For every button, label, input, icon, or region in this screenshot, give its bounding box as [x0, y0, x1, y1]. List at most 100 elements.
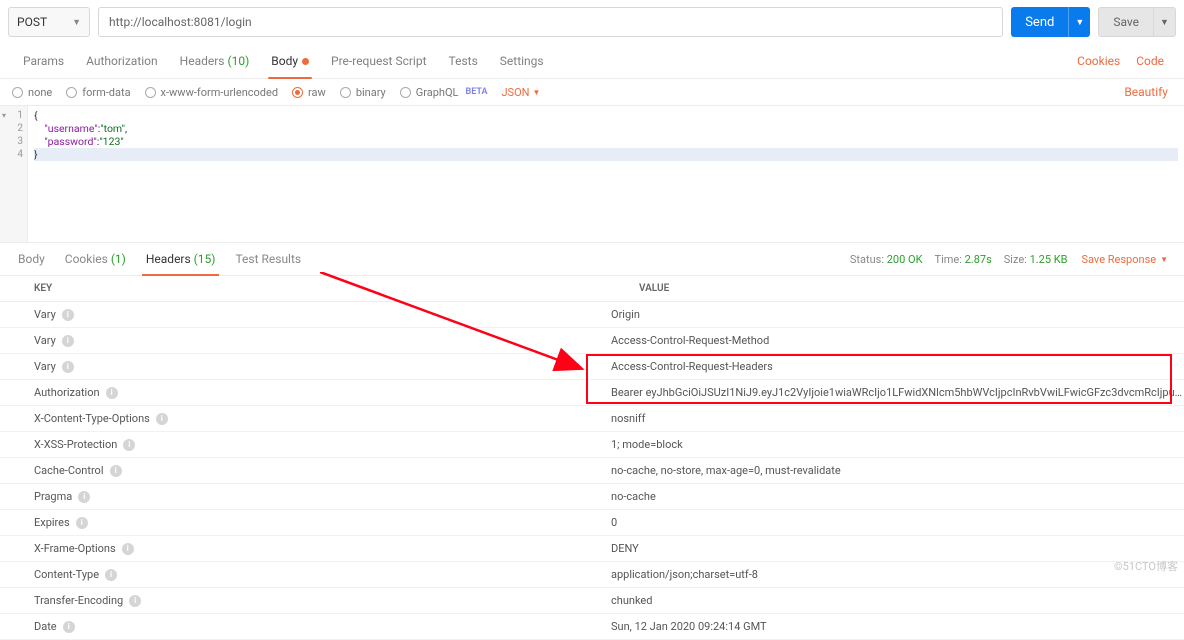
table-row: Content-Typeiapplication/json;charset=ut…	[0, 562, 1184, 588]
line-gutter: 1234	[0, 106, 28, 242]
send-dropdown-icon[interactable]: ▼	[1068, 7, 1090, 37]
header-value-cell: Access-Control-Request-Method	[605, 328, 1184, 353]
col-value: VALUE	[605, 276, 1184, 301]
headers-table-head: KEY VALUE	[0, 276, 1184, 302]
body-formdata-radio[interactable]: form-data	[66, 86, 130, 99]
header-key-cell: Varyi	[0, 354, 605, 379]
table-row: X-XSS-Protectioni1; mode=block	[0, 432, 1184, 458]
table-row: AuthorizationiBearer eyJhbGciOiJSUzI1NiJ…	[0, 380, 1184, 406]
tab-prerequest[interactable]: Pre-request Script	[320, 44, 437, 78]
header-value-cell: no-cache, no-store, max-age=0, must-reva…	[605, 458, 1184, 483]
info-icon: i	[63, 621, 75, 633]
info-icon: i	[76, 517, 88, 529]
table-row: Pragmaino-cache	[0, 484, 1184, 510]
chevron-down-icon: ▼	[72, 17, 81, 28]
send-button-label: Send	[1011, 15, 1068, 30]
send-button[interactable]: Send ▼	[1011, 7, 1090, 37]
resp-tab-cookies[interactable]: Cookies (1)	[55, 243, 136, 275]
resp-tab-body[interactable]: Body	[8, 243, 55, 275]
tab-body[interactable]: Body	[260, 44, 320, 78]
table-row: Transfer-Encodingichunked	[0, 588, 1184, 614]
header-key-cell: Datei	[0, 614, 605, 639]
table-row: VaryiAccess-Control-Request-Method	[0, 328, 1184, 354]
table-row: VaryiOrigin	[0, 302, 1184, 328]
header-value-cell: 1; mode=block	[605, 432, 1184, 457]
code-content[interactable]: { "username":"tom", "password":"123" }	[28, 106, 1184, 242]
header-key-cell: Transfer-Encodingi	[0, 588, 605, 613]
chevron-down-icon: ▼	[1160, 17, 1169, 28]
tab-headers[interactable]: Headers (10)	[169, 44, 261, 78]
radio-icon	[66, 87, 77, 98]
save-dropdown[interactable]: ▼	[1154, 7, 1176, 37]
radio-icon	[292, 87, 303, 98]
size-label: Size: 1.25 KB	[998, 253, 1074, 266]
header-value-cell: Sun, 12 Jan 2020 09:24:14 GMT	[605, 614, 1184, 639]
tab-params[interactable]: Params	[12, 44, 75, 78]
body-graphql-radio[interactable]: GraphQLBETA	[400, 86, 488, 99]
time-label: Time: 2.87s	[929, 253, 998, 266]
table-row: X-Frame-OptionsiDENY	[0, 536, 1184, 562]
tab-settings[interactable]: Settings	[489, 44, 555, 78]
header-key-cell: Authorizationi	[0, 380, 605, 405]
tab-authorization[interactable]: Authorization	[75, 44, 169, 78]
radio-icon	[400, 87, 411, 98]
beautify-link[interactable]: Beautify	[1120, 85, 1172, 99]
method-value: POST	[17, 15, 47, 29]
info-icon: i	[110, 465, 122, 477]
method-select[interactable]: POST ▼	[8, 7, 90, 37]
header-value-cell: no-cache	[605, 484, 1184, 509]
body-editor[interactable]: 1234 { "username":"tom", "password":"123…	[0, 106, 1184, 243]
header-key-cell: Expiresi	[0, 510, 605, 535]
resp-tab-headers[interactable]: Headers (15)	[136, 243, 226, 275]
resp-tab-testresults[interactable]: Test Results	[225, 243, 311, 275]
header-value-cell: chunked	[605, 588, 1184, 613]
code-link[interactable]: Code	[1128, 44, 1172, 78]
col-key: KEY	[0, 276, 605, 301]
save-button[interactable]: Save	[1098, 7, 1154, 37]
modified-dot-icon	[302, 58, 309, 65]
info-icon: i	[62, 335, 74, 347]
radio-icon	[145, 87, 156, 98]
header-value-cell: Access-Control-Request-Headers	[605, 354, 1184, 379]
info-icon: i	[105, 569, 117, 581]
radio-icon	[340, 87, 351, 98]
body-binary-radio[interactable]: binary	[340, 86, 386, 99]
info-icon: i	[62, 309, 74, 321]
body-none-radio[interactable]: none	[12, 86, 52, 99]
status-label: Status: 200 OK	[844, 253, 929, 266]
table-row: Cache-Controlino-cache, no-store, max-ag…	[0, 458, 1184, 484]
info-icon: i	[62, 361, 74, 373]
header-key-cell: Varyi	[0, 328, 605, 353]
header-key-cell: Content-Typei	[0, 562, 605, 587]
info-icon: i	[123, 439, 135, 451]
chevron-down-icon: ▼	[532, 88, 540, 97]
header-value-cell: Bearer eyJhbGciOiJSUzI1NiJ9.eyJ1c2VyIjoi…	[605, 380, 1184, 405]
save-response-button[interactable]: Save Response▼	[1074, 253, 1177, 266]
radio-icon	[12, 87, 23, 98]
header-key-cell: Pragmai	[0, 484, 605, 509]
info-icon: i	[122, 543, 134, 555]
cookies-link[interactable]: Cookies	[1069, 44, 1128, 78]
table-row: Expiresi0	[0, 510, 1184, 536]
header-value-cell: 0	[605, 510, 1184, 535]
table-row: VaryiAccess-Control-Request-Headers	[0, 354, 1184, 380]
info-icon: i	[78, 491, 90, 503]
chevron-down-icon: ▼	[1160, 255, 1168, 264]
header-value-cell: DENY	[605, 536, 1184, 561]
info-icon: i	[106, 387, 118, 399]
info-icon: i	[129, 595, 141, 607]
body-xwww-radio[interactable]: x-www-form-urlencoded	[145, 86, 279, 99]
header-key-cell: X-Content-Type-Optionsi	[0, 406, 605, 431]
beta-badge: BETA	[465, 87, 487, 97]
header-key-cell: X-Frame-Optionsi	[0, 536, 605, 561]
format-select[interactable]: JSON▼	[501, 86, 540, 99]
table-row: X-Content-Type-Optionsinosniff	[0, 406, 1184, 432]
body-raw-radio[interactable]: raw	[292, 86, 326, 99]
header-value-cell: Origin	[605, 302, 1184, 327]
header-value-cell: application/json;charset=utf-8	[605, 562, 1184, 587]
tab-tests[interactable]: Tests	[438, 44, 489, 78]
url-input[interactable]	[98, 7, 1003, 37]
table-row: DateiSun, 12 Jan 2020 09:24:14 GMT	[0, 614, 1184, 640]
header-key-cell: Varyi	[0, 302, 605, 327]
info-icon: i	[156, 413, 168, 425]
